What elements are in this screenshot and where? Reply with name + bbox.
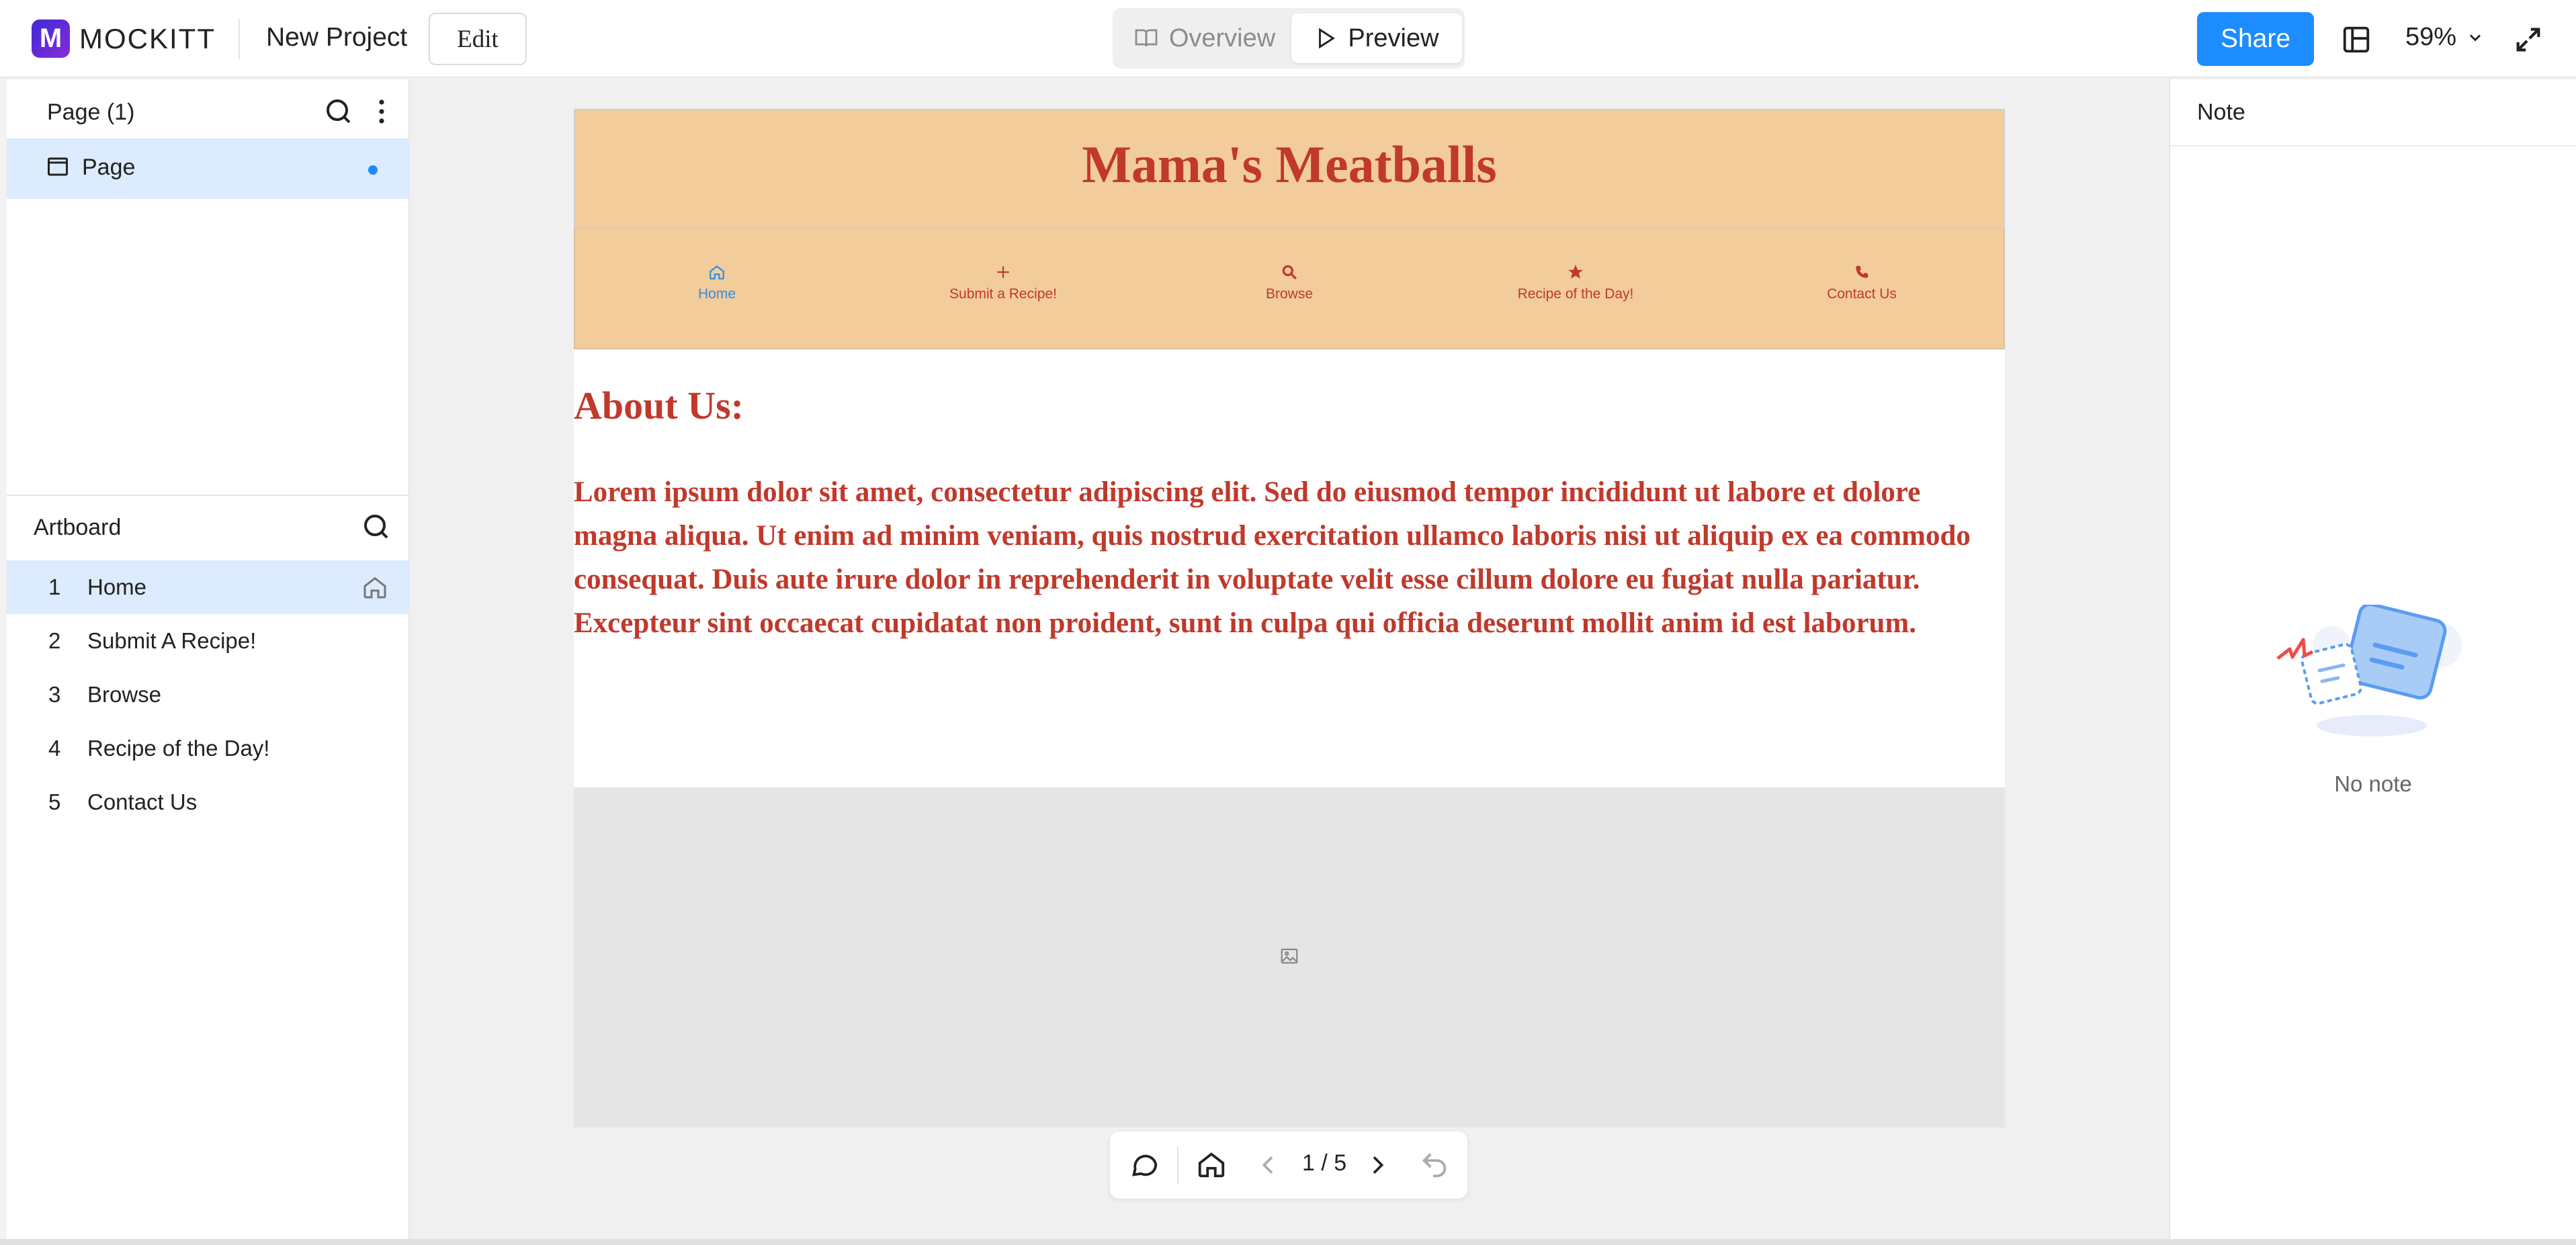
artboard-item-browse[interactable]: 3 Browse (7, 668, 410, 722)
image-icon (1281, 948, 1298, 964)
nav-submit-recipe[interactable]: Submit a Recipe! (902, 263, 1104, 302)
artboard-number: 2 (48, 628, 61, 653)
plus-icon (997, 266, 1009, 278)
comment-icon[interactable] (1129, 1149, 1160, 1180)
search-icon[interactable] (323, 95, 355, 128)
page-icon (48, 157, 68, 176)
divider (2170, 145, 2576, 146)
artboard-item-contact[interactable]: 5 Contact Us (7, 775, 410, 829)
preview-label: Preview (1348, 24, 1439, 52)
divider (239, 19, 240, 59)
preview-toolbar (1110, 1131, 1467, 1199)
no-note-text: No note (2334, 771, 2412, 796)
artboard-number: 3 (48, 682, 61, 707)
brand-name: MOCKITT (79, 23, 216, 54)
window-bottom-edge (0, 1239, 2576, 1245)
chevron-left-icon[interactable] (1255, 1150, 1282, 1180)
page-indicator: 1 / 5 (1302, 1150, 1347, 1176)
edit-button[interactable]: Edit (429, 13, 527, 65)
divider (1177, 1146, 1178, 1184)
note-title: Note (2197, 99, 2245, 125)
artboard-label: Submit A Recipe! (87, 628, 257, 653)
artboard-item-submit[interactable]: 2 Submit A Recipe! (7, 614, 410, 668)
play-icon (1319, 28, 1336, 49)
page-item-label: Page (82, 155, 136, 180)
nav-label: Contact Us (1827, 286, 1897, 302)
artboard-label: Browse (87, 682, 162, 707)
home-icon (710, 265, 724, 280)
overview-tab[interactable]: Overview (1123, 15, 1286, 62)
artboard-number: 4 (48, 736, 61, 761)
chevron-right-icon[interactable] (1364, 1150, 1391, 1180)
home-icon (363, 576, 386, 599)
page-header: Page (1) (47, 99, 135, 125)
layout-icon[interactable] (2341, 24, 2372, 55)
nav-contact[interactable]: Contact Us (1761, 263, 1963, 302)
nav-label: Home (697, 286, 736, 302)
artboard-number: 1 (48, 574, 61, 599)
artboard-item-home[interactable]: 1 Home (7, 560, 410, 614)
left-panel: Page (1) Page Artboard 1 Home 2 Submit A… (7, 79, 410, 1239)
share-button[interactable]: Share (2197, 12, 2314, 66)
search-icon[interactable] (360, 511, 392, 543)
project-name[interactable]: New Project (266, 23, 407, 52)
chevron-down-icon[interactable] (2466, 28, 2485, 47)
site-title: Mama's Meatballs (1082, 135, 1497, 194)
page-item[interactable]: Page (7, 138, 410, 199)
book-icon (1135, 29, 1158, 47)
star-icon (1568, 265, 1583, 279)
artboard-header: Artboard (34, 515, 122, 540)
phone-icon (1856, 265, 1869, 278)
nav-browse[interactable]: Browse (1189, 263, 1390, 302)
empty-note-illustration (2276, 605, 2462, 736)
nav-home[interactable]: Home (616, 263, 818, 302)
overview-label: Overview (1168, 24, 1276, 52)
mockitt-logo[interactable]: M (32, 19, 70, 58)
about-heading: About Us: (574, 384, 744, 427)
artboard-label: Recipe of the Day! (87, 736, 270, 761)
nav-label: Recipe of the Day! (1517, 286, 1634, 302)
about-text: Lorem ipsum dolor sit amet, consectetur … (574, 476, 1971, 639)
fullscreen-icon[interactable] (2513, 24, 2544, 55)
artboard-label: Home (87, 574, 147, 599)
active-dot (368, 165, 378, 175)
artboard-item-recipe-of-day[interactable]: 4 Recipe of the Day! (7, 722, 410, 775)
more-vertical-icon[interactable] (366, 95, 398, 128)
nav-label: Browse (1265, 286, 1314, 302)
nav-label: Submit a Recipe! (949, 286, 1057, 302)
artboard-number: 5 (48, 789, 61, 814)
zoom-level[interactable]: 59% (2405, 23, 2456, 52)
artboard-label: Contact Us (87, 789, 198, 814)
divider (7, 495, 410, 496)
preview-tab[interactable]: Preview (1291, 13, 1462, 63)
search-icon (1282, 265, 1297, 280)
nav-recipe-of-day[interactable]: Recipe of the Day! (1475, 263, 1676, 302)
undo-icon[interactable] (1419, 1149, 1450, 1180)
home-icon[interactable] (1196, 1149, 1227, 1180)
